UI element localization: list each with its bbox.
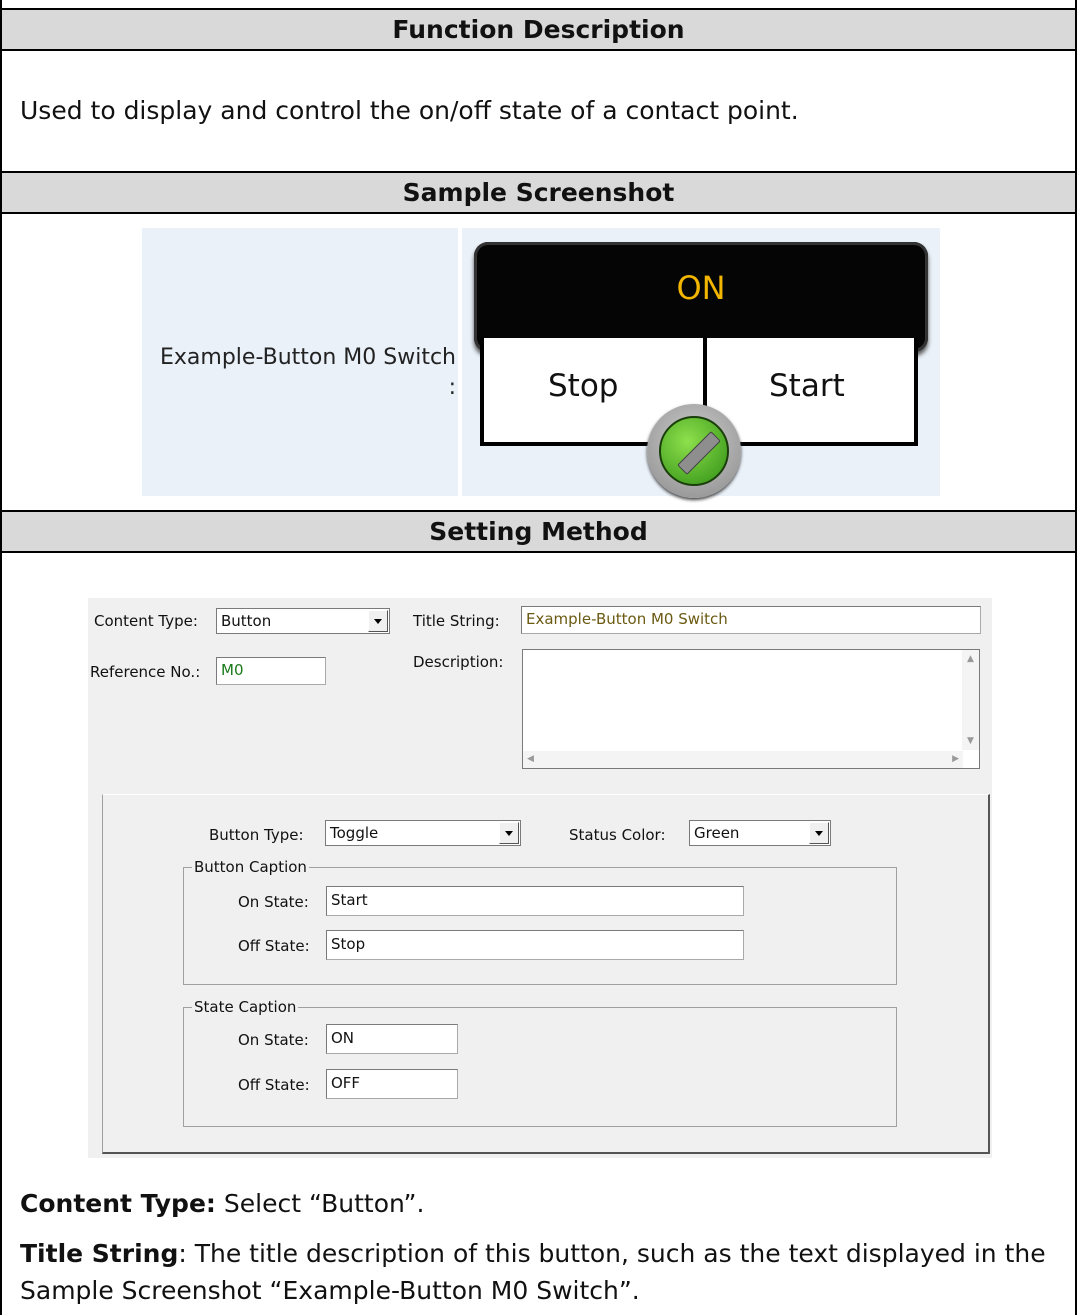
scroll-left-icon[interactable]: ◀ [527,754,534,764]
content-type-dropdown-icon[interactable] [368,610,388,632]
scroll-up-icon[interactable]: ▲ [967,654,974,664]
description-textarea[interactable]: ▲ ▼ ◀ ▶ [522,649,980,769]
state-caption-on-input[interactable]: ON [326,1024,458,1054]
content-type-label: Content Type: [94,612,198,630]
status-color-value: Green [694,824,740,842]
scroll-down-icon[interactable]: ▼ [967,736,974,746]
title-string-label: Title String: [413,612,500,630]
function-description-header: Function Description [0,8,1077,51]
title-string-input[interactable]: Example-Button M0 Switch [521,606,981,634]
state-caption-on-label: On State: [238,1031,309,1049]
state-caption-title: State Caption [192,998,299,1016]
button-type-value: Toggle [330,824,379,842]
content-type-select[interactable]: Button [216,608,390,634]
knob-face [659,416,729,486]
stop-label: Stop [548,368,619,404]
button-caption-on-label: On State: [238,893,309,911]
state-display: ON [474,242,928,352]
content-type-term: Content Type: [20,1189,216,1218]
sample-label-cell: Example-Button M0 Switch : [142,228,458,496]
sample-switch-cell: ON Stop Start [462,228,940,498]
button-settings-panel: Button Type: Toggle Status Color: Green … [102,794,990,1154]
state-caption-off-label: Off State: [238,1076,310,1094]
content-type-note: Content Type: Select “Button”. [20,1185,424,1222]
state-caption-group: State Caption On State: ON Off State: OF… [183,998,897,1127]
start-label: Start [769,368,845,404]
status-color-select[interactable]: Green [689,820,831,846]
button-caption-off-input[interactable]: Stop [326,930,744,960]
description-label: Description: [413,653,504,671]
status-color-dropdown-icon[interactable] [809,822,829,844]
scroll-right-icon[interactable]: ▶ [952,754,959,764]
description-vertical-scrollbar[interactable]: ▲ ▼ [962,650,979,750]
content-type-note-text: Select “Button”. [215,1189,425,1218]
button-type-dropdown-icon[interactable] [499,822,519,844]
switch-knob-icon[interactable] [647,404,741,498]
button-caption-title: Button Caption [192,858,309,876]
content-type-value: Button [221,612,272,630]
title-string-term: Title String [20,1239,179,1268]
sample-colon: : [448,375,456,400]
status-color-label: Status Color: [569,826,666,844]
state-caption-off-input[interactable]: OFF [326,1069,458,1099]
setting-method-header: Setting Method [0,510,1077,553]
sample-screenshot-header: Sample Screenshot [0,171,1077,214]
knob-lever [677,431,721,475]
button-caption-off-label: Off State: [238,937,310,955]
sample-button-title: Example-Button M0 Switch [160,345,456,370]
reference-no-label: Reference No.: [90,663,201,681]
button-type-label: Button Type: [209,826,304,844]
button-type-select[interactable]: Toggle [325,820,521,846]
button-caption-on-input[interactable]: Start [326,886,744,916]
settings-dialog: Content Type: Button Title String: Examp… [88,598,992,1158]
sample-button-label: Example-Button M0 Switch : [142,343,456,403]
title-string-note: Title String: The title description of t… [20,1235,1060,1309]
state-caption: ON [676,269,726,307]
function-description-text: Used to display and control the on/off s… [20,96,799,125]
description-horizontal-scrollbar[interactable]: ◀ ▶ [523,751,963,768]
reference-no-input[interactable]: M0 [216,657,326,685]
button-caption-group: Button Caption On State: Start Off State… [183,858,897,985]
